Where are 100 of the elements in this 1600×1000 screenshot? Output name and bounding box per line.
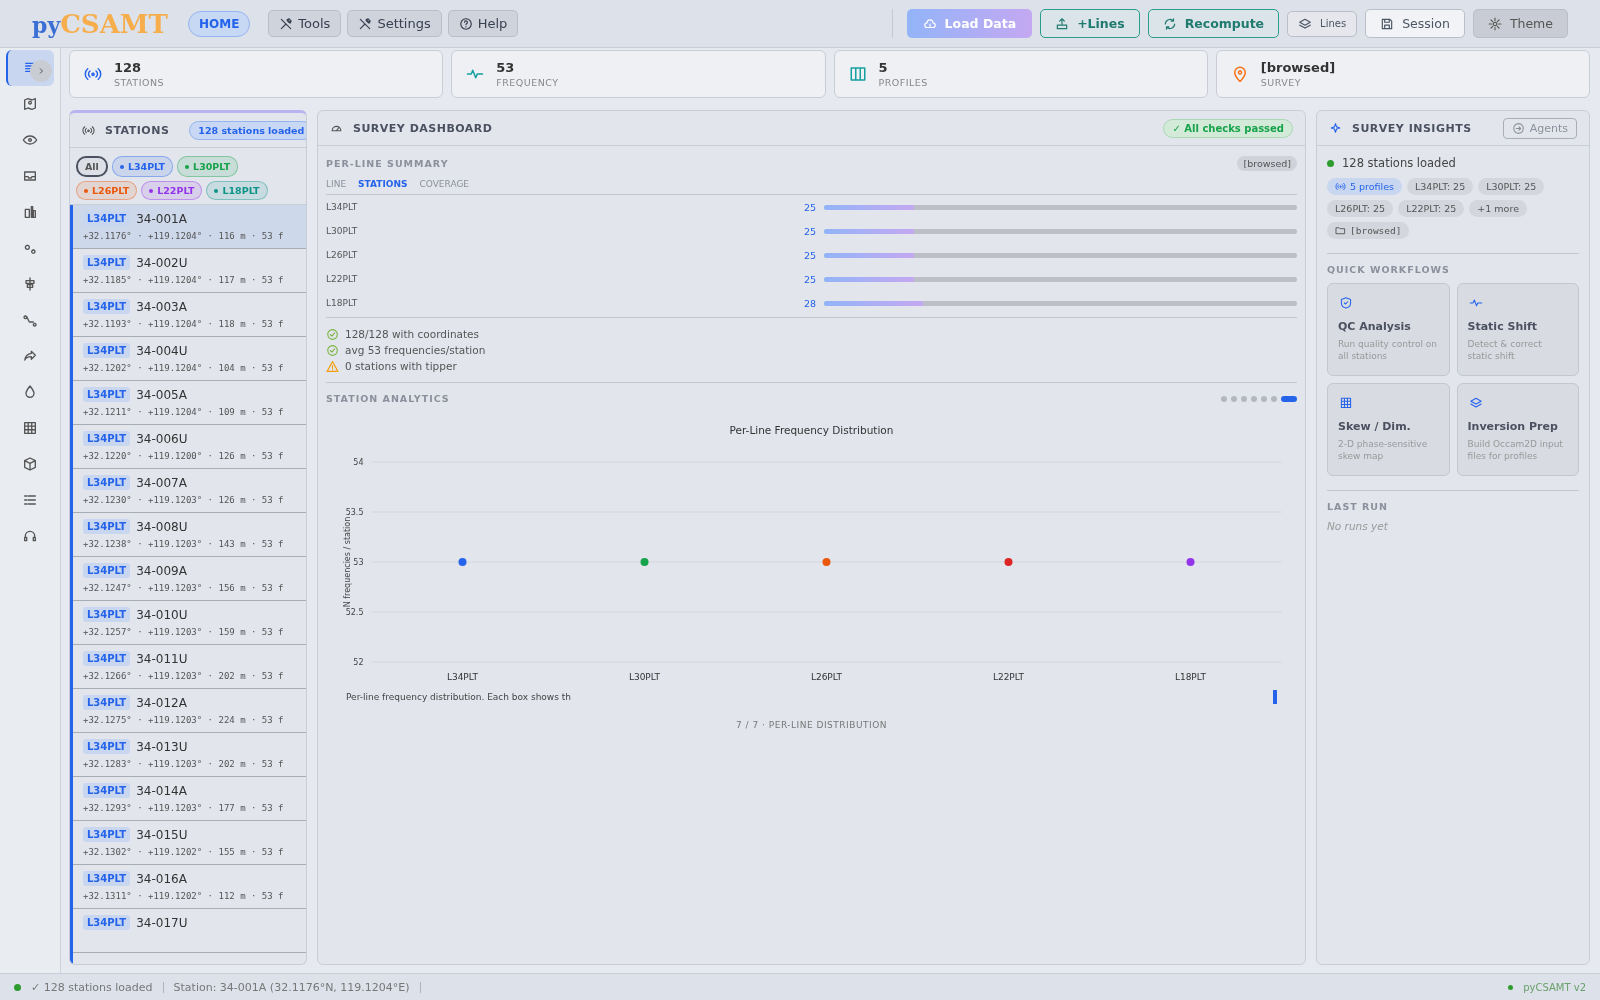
filter-chip[interactable]: L34PLT xyxy=(111,156,174,177)
page-dot[interactable] xyxy=(1231,395,1237,402)
line-tag: L34PLT xyxy=(83,827,131,842)
station-item[interactable]: L34PLT 34-009A +32.1247° · +119.1203° · 156 m · 53 f xyxy=(73,557,306,601)
station-item[interactable]: L34PLT 34-003A +32.1193° · +119.1204° · 118 m · 53 f xyxy=(73,293,306,337)
info-chip: 5 profiles xyxy=(1327,178,1403,195)
toolbar-button[interactable]: Recompute xyxy=(1147,9,1280,38)
station-item[interactable]: L34PLT 34-004U +32.1202° · +119.1204° · 104 m · 53 f xyxy=(73,337,306,381)
filter-chip[interactable]: All xyxy=(76,156,108,177)
nav-tab[interactable]: Settings xyxy=(347,10,442,37)
station-item[interactable]: L34PLT 34-001A +32.1176° · +119.1204° · 116 m · 53 f xyxy=(73,205,306,249)
column-header: LINE xyxy=(326,179,347,189)
station-name: 34-015U xyxy=(136,827,188,842)
station-coordinates: +32.1238° · +119.1203° · 143 m · 53 f xyxy=(83,539,285,549)
stat-label: SURVEY xyxy=(1260,77,1303,88)
filter-chip[interactable]: L22PLT xyxy=(141,181,203,200)
station-item[interactable]: L34PLT 34-007A +32.1230° · +119.1203° · 126 m · 53 f xyxy=(73,469,306,513)
station-count: 25 xyxy=(802,273,816,285)
chart-caption: Per-line frequency distribution. Each box shows th xyxy=(346,692,572,702)
station-item[interactable]: L34PLT 34-011U +32.1266° · +119.1203° · 202 m · 53 f xyxy=(73,645,306,689)
stat-label: STATIONS xyxy=(114,77,165,88)
station-coordinates: +32.1311° · +119.1202° · 112 m · 53 f xyxy=(83,891,285,901)
station-coordinates: +32.1275° · +119.1203° · 224 m · 53 f xyxy=(83,715,285,725)
x-tick-label: L18PLT xyxy=(1174,672,1207,682)
map-icon xyxy=(22,96,38,112)
y-axis-label: N frequencies / station xyxy=(342,516,352,608)
x-tick-label: L26PLT xyxy=(810,672,843,682)
line-tag: L34PLT xyxy=(83,915,131,930)
page-dot[interactable] xyxy=(1261,395,1267,402)
page-dot[interactable] xyxy=(1241,395,1247,402)
station-coordinates: +32.1293° · +119.1203° · 177 m · 53 f xyxy=(83,803,285,813)
nav-tab[interactable]: HOME xyxy=(187,10,251,37)
section-title: QUICK WORKFLOWS xyxy=(1327,264,1451,275)
line-tag: L34PLT xyxy=(83,255,131,270)
toolbar-button[interactable]: Theme xyxy=(1472,9,1568,38)
station-item[interactable]: L34PLT 34-014A +32.1293° · +119.1203° · 177 m · 53 f xyxy=(73,777,306,821)
grid-icon xyxy=(1338,396,1354,410)
station-item[interactable]: L34PLT 34-012A +32.1275° · +119.1203° · 224 m · 53 f xyxy=(73,689,306,733)
toolbar-button[interactable]: +Lines xyxy=(1040,9,1140,38)
station-item[interactable]: L34PLT 34-002U +32.1185° · +119.1204° · 117 m · 53 f xyxy=(73,249,306,293)
workflow-card[interactable]: Inversion Prep Build Occam2D input files for profiles xyxy=(1456,383,1579,476)
line-name: L18PLT xyxy=(326,298,359,308)
upload-icon xyxy=(1055,16,1070,31)
station-item[interactable]: L34PLT 34-015U +32.1302° · +119.1202° · 155 m · 53 f xyxy=(73,821,306,865)
logo: pyCSAMT xyxy=(32,8,168,39)
workflow-card[interactable]: QC Analysis Run quality control on all stations xyxy=(1327,283,1450,376)
check-icon xyxy=(326,343,339,357)
line-tag: L34PLT xyxy=(83,299,131,314)
station-coordinates: +32.1247° · +119.1203° · 156 m · 53 f xyxy=(83,583,285,593)
line-tag: L34PLT xyxy=(83,387,131,402)
station-item[interactable]: L34PLT 34-008U +32.1238° · +119.1203° · 143 m · 53 f xyxy=(73,513,306,557)
data-point xyxy=(458,558,467,566)
page-dot[interactable] xyxy=(1251,395,1257,402)
workflow-card[interactable]: Skew / Dim. 2-D phase-sensitive skew map xyxy=(1327,383,1450,476)
grid-icon xyxy=(22,420,38,436)
eye-icon xyxy=(22,132,38,148)
stat-value: 5 xyxy=(878,60,889,75)
station-name: 34-002U xyxy=(136,255,188,270)
chart-title: Per-Line Frequency Distribution xyxy=(728,424,895,436)
status-dot xyxy=(14,983,21,991)
page-indicator: 7 / 7 · PER-LINE DISTRIBUTION xyxy=(735,720,888,730)
station-coordinates: +32.1257° · +119.1203° · 159 m · 53 f xyxy=(83,627,285,637)
station-name: 34-010U xyxy=(136,607,188,622)
station-item[interactable]: L34PLT 34-010U +32.1257° · +119.1203° · 159 m · 53 f xyxy=(73,601,306,645)
stat-value: [browsed] xyxy=(1260,60,1336,75)
source-tag: [browsed] xyxy=(1237,156,1297,171)
info-chip: L34PLT: 25 xyxy=(1407,178,1474,195)
toolbar-button[interactable]: Lines xyxy=(1287,10,1358,37)
check-icon xyxy=(326,327,339,341)
check-text: 0 stations with tipper xyxy=(345,360,457,372)
station-item[interactable]: L34PLT 34-005A +32.1211° · +119.1204° · 109 m · 53 f xyxy=(73,381,306,425)
columns-icon xyxy=(848,65,867,83)
station-item[interactable]: L34PLT 34-006U +32.1220° · +119.1200° · 126 m · 53 f xyxy=(73,425,306,469)
station-item[interactable]: L34PLT 34-013U +32.1283° · +119.1203° · 202 m · 53 f xyxy=(73,733,306,777)
y-tick-label: 52 xyxy=(353,658,364,667)
page-dot[interactable] xyxy=(1271,395,1277,402)
nav-tab[interactable]: Help xyxy=(447,10,519,37)
nav-tab[interactable]: Tools xyxy=(268,10,342,37)
line-tag: L34PLT xyxy=(83,607,131,622)
y-tick-label: 53 xyxy=(353,558,364,567)
last-run-text: No runs yet xyxy=(1327,520,1389,532)
line-name: L30PLT xyxy=(326,226,359,236)
station-name: 34-012A xyxy=(136,695,187,710)
status-text: Station: 34-001A (32.1176°N, 119.1204°E) xyxy=(173,980,410,994)
workflow-card[interactable]: Static Shift Detect & correct static shift xyxy=(1456,283,1579,376)
station-coordinates: +32.1283° · +119.1203° · 202 m · 53 f xyxy=(83,759,285,769)
help-icon xyxy=(458,16,473,31)
page-dot[interactable] xyxy=(1221,395,1227,402)
station-coordinates: +32.1302° · +119.1202° · 155 m · 53 f xyxy=(83,847,285,857)
line-tag: L34PLT xyxy=(83,871,131,886)
station-name: 34-003A xyxy=(136,299,187,314)
station-name: 34-007A xyxy=(136,475,187,490)
station-count: 28 xyxy=(802,297,816,309)
panel-title: SURVEY INSIGHTS xyxy=(1352,121,1472,135)
station-name: 34-005A xyxy=(136,387,187,402)
station-item[interactable]: L34PLT 34-016A +32.1311° · +119.1202° · 112 m · 53 f xyxy=(73,865,306,909)
toolbar-button[interactable]: Session xyxy=(1365,9,1465,38)
inbox-icon xyxy=(22,168,38,184)
station-item[interactable]: L34PLT 34-017U xyxy=(73,909,306,953)
y-tick-label: 53.5 xyxy=(345,508,364,517)
